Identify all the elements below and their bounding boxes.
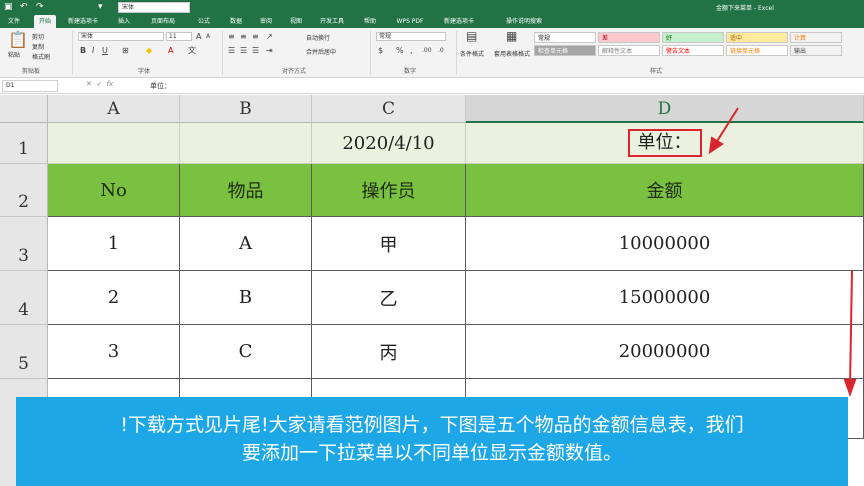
arrow-to-unit-head [708,136,724,155]
caption-line-1: !下载方式见片尾!大家请看范例图片，下图是五个物品的金额信息表，我们 [120,414,744,436]
caption-banner: !下载方式见片尾!大家请看范例图片，下图是五个物品的金额信息表，我们 要添加一下… [16,397,848,486]
scroll-arrow-head [843,379,857,397]
caption-line-2: 要添加一下拉菜单以不同单位显示金额数值。 [241,442,622,464]
scroll-arrow-line [849,269,853,389]
